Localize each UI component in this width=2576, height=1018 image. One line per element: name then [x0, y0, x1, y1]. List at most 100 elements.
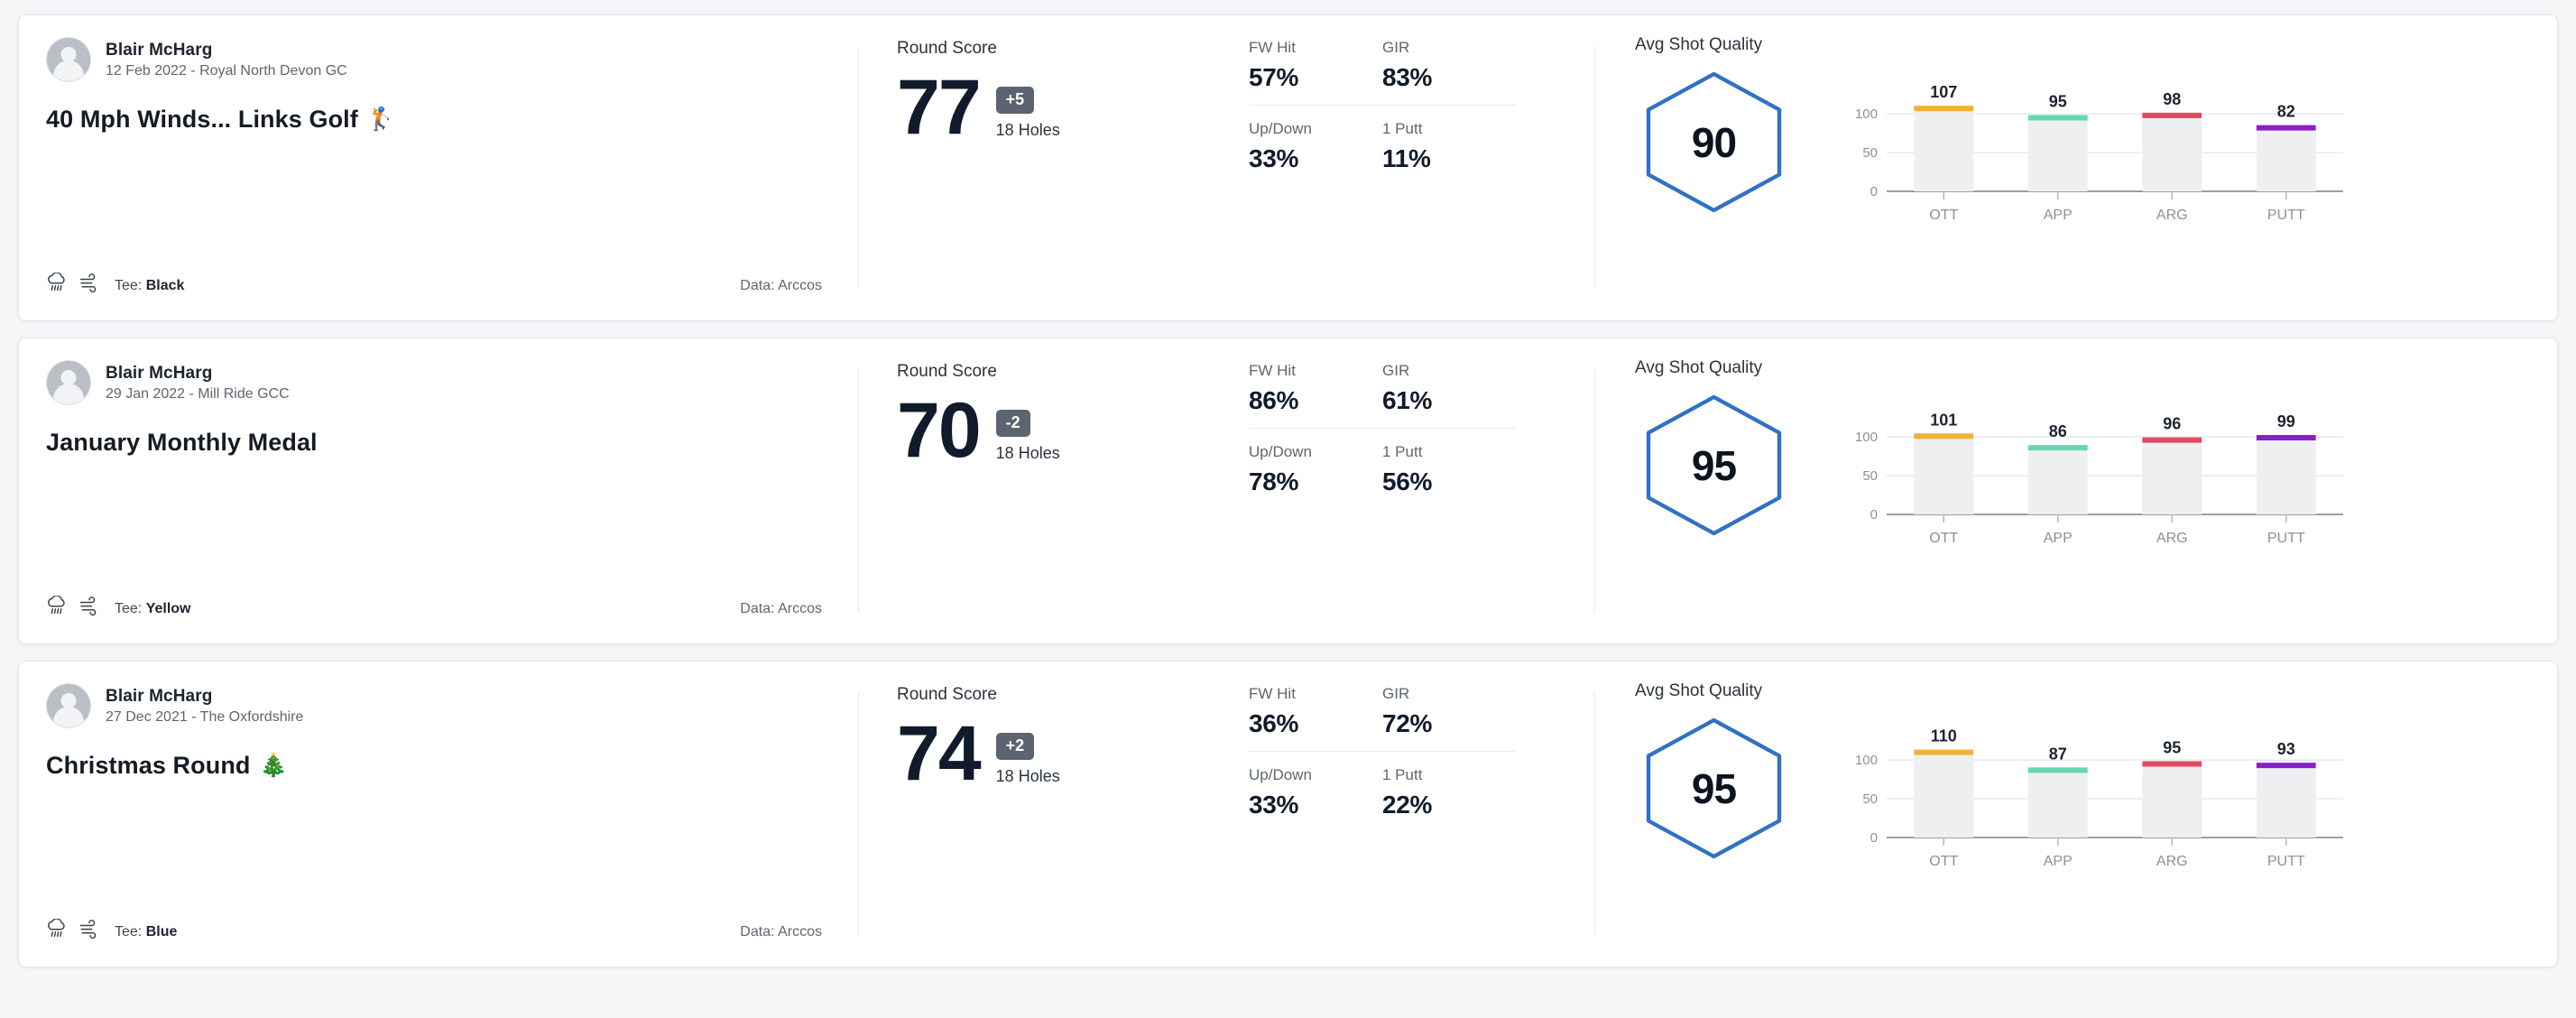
shot-quality-hexagon-badge: 95	[1635, 391, 1793, 540]
stat-gir: GIR 83%	[1382, 39, 1516, 92]
rain-cloud-icon	[46, 918, 69, 945]
svg-text:0: 0	[1870, 184, 1878, 199]
round-score-label: Round Score	[897, 39, 997, 58]
round-title-emoji-icon: 🏌️	[366, 106, 396, 132]
svg-text:100: 100	[1855, 106, 1878, 122]
avatar[interactable]	[46, 37, 91, 82]
svg-text:100: 100	[1855, 430, 1878, 445]
round-score-label: Round Score	[897, 362, 997, 381]
stats-grid: FW Hit 36% GIR 72% Up/Down 33% 1 Putt 22…	[1249, 681, 1516, 819]
stat-fw-hit: FW Hit 57%	[1249, 39, 1382, 92]
stat-one-putt: 1 Putt 56%	[1382, 428, 1516, 496]
rounds-feed: Blair McHarg 12 Feb 2022 - Royal North D…	[0, 0, 2576, 976]
round-card[interactable]: Blair McHarg 29 Jan 2022 - Mill Ride GCC…	[18, 338, 2558, 644]
svg-text:ARG: ARG	[2156, 854, 2188, 869]
stat-one-putt-label: 1 Putt	[1382, 766, 1423, 783]
tee-prefix-text: Tee:	[115, 923, 146, 939]
shot-quality-bar-chart: 0 50 100 107 OTT 95 APP 98 ARG 82 PUTT	[1845, 66, 2359, 233]
stat-gir: GIR 72%	[1382, 685, 1516, 738]
svg-text:50: 50	[1862, 145, 1878, 161]
data-source-label: Data: Arccos	[740, 600, 822, 616]
score-section: Round Score 77 +5 18 Holes FW Hit 57% GI…	[859, 15, 1594, 320]
round-score-label: Round Score	[897, 685, 997, 704]
stat-one-putt-label: 1 Putt	[1382, 443, 1423, 460]
round-title[interactable]: 40 Mph Winds... Links Golf 🏌️	[46, 106, 826, 134]
score-column: Round Score 77 +5 18 Holes	[897, 35, 1249, 151]
round-title-emoji-icon: 🎄	[259, 753, 288, 778]
round-title-text: 40 Mph Winds... Links Golf	[46, 106, 358, 133]
avatar[interactable]	[46, 683, 91, 728]
stat-fw-hit: FW Hit 36%	[1249, 685, 1382, 738]
stat-gir-label: GIR	[1382, 685, 1410, 702]
score-aux: +2 18 Holes	[995, 722, 1060, 786]
stat-one-putt-value: 11%	[1382, 144, 1431, 172]
avatar[interactable]	[46, 360, 91, 405]
avg-shot-quality-label: Avg Shot Quality	[1635, 358, 1763, 377]
conditions-group: Tee: Yellow	[46, 595, 190, 622]
svg-text:95: 95	[2049, 92, 2067, 110]
avatar-body-shape	[53, 384, 84, 404]
shot-quality-section: Avg Shot Quality 95 0 50 100 101 OTT 86 APP 96 A…	[1595, 338, 2557, 643]
stat-up-down: Up/Down 78%	[1249, 428, 1382, 496]
wind-icon	[78, 596, 102, 622]
tee-color-value: Blue	[145, 923, 178, 939]
stat-gir: GIR 61%	[1382, 362, 1516, 415]
rain-cloud-icon	[46, 272, 69, 299]
svg-text:107: 107	[1930, 83, 1957, 101]
stat-fw-hit-label: FW Hit	[1249, 362, 1296, 379]
stat-fw-hit-label: FW Hit	[1249, 685, 1296, 702]
round-date-course: 27 Dec 2021 - The Oxfordshire	[106, 708, 304, 725]
stat-up-down-value: 78%	[1249, 467, 1299, 495]
svg-text:ARG: ARG	[2156, 531, 2188, 546]
stat-fw-hit-label: FW Hit	[1249, 39, 1296, 56]
tee-label: Tee: Black	[115, 278, 184, 294]
round-title-text: January Monthly Medal	[46, 429, 318, 456]
round-info-section: Blair McHarg 27 Dec 2021 - The Oxfordshi…	[19, 662, 858, 967]
round-info-footer: Tee: Yellow Data: Arccos	[46, 595, 826, 622]
svg-text:93: 93	[2277, 740, 2295, 758]
svg-text:APP: APP	[2044, 854, 2073, 869]
stat-gir-value: 83%	[1382, 63, 1433, 91]
round-title[interactable]: January Monthly Medal	[46, 429, 826, 457]
round-title-text: Christmas Round	[46, 752, 251, 779]
stat-gir-label: GIR	[1382, 39, 1410, 56]
stat-up-down-label: Up/Down	[1249, 443, 1312, 460]
avg-shot-quality-label: Avg Shot Quality	[1635, 681, 1763, 700]
round-score-value: 77	[897, 64, 982, 151]
svg-text:110: 110	[1931, 727, 1957, 745]
round-info-section: Blair McHarg 29 Jan 2022 - Mill Ride GCC…	[19, 338, 858, 643]
score-aux: +5 18 Holes	[995, 76, 1060, 140]
score-column: Round Score 74 +2 18 Holes	[897, 681, 1249, 792]
shot-quality-hexagon-badge: 90	[1635, 68, 1793, 217]
shot-quality-body: 95 0 50 100 110 OTT 87 APP 95 ARG 93 PUTT	[1635, 707, 2521, 947]
stat-up-down-label: Up/Down	[1249, 766, 1312, 783]
svg-text:OTT: OTT	[1929, 854, 1958, 869]
shot-quality-body: 95 0 50 100 101 OTT 86 APP 96 ARG 99 PUTT	[1635, 384, 2521, 624]
round-info-footer: Tee: Black Data: Arccos	[46, 272, 826, 299]
to-par-badge: +5	[995, 87, 1035, 115]
score-aux: -2 18 Holes	[995, 399, 1060, 463]
avatar-body-shape	[53, 60, 84, 81]
round-date-course: 29 Jan 2022 - Mill Ride GCC	[106, 385, 290, 402]
svg-text:APP: APP	[2044, 531, 2073, 546]
stat-one-putt-value: 56%	[1382, 467, 1433, 495]
player-name: Blair McHarg	[106, 40, 213, 60]
stat-up-down-value: 33%	[1249, 791, 1299, 819]
score-line: 70 -2 18 Holes	[897, 392, 1249, 469]
round-title[interactable]: Christmas Round 🎄	[46, 752, 826, 780]
round-card[interactable]: Blair McHarg 27 Dec 2021 - The Oxfordshi…	[18, 661, 2558, 967]
round-info-footer: Tee: Blue Data: Arccos	[46, 918, 826, 945]
stat-one-putt: 1 Putt 11%	[1382, 105, 1516, 173]
holes-played-label: 18 Holes	[995, 121, 1060, 140]
stat-gir-value: 72%	[1382, 709, 1433, 737]
tee-prefix-text: Tee:	[115, 600, 146, 616]
score-section: Round Score 70 -2 18 Holes FW Hit 86% GI…	[859, 338, 1594, 643]
score-line: 77 +5 18 Holes	[897, 64, 1249, 151]
holes-played-label: 18 Holes	[995, 444, 1060, 463]
svg-text:100: 100	[1855, 753, 1878, 768]
svg-text:OTT: OTT	[1929, 531, 1958, 546]
player-row: Blair McHarg 12 Feb 2022 - Royal North D…	[46, 37, 826, 82]
svg-text:96: 96	[2163, 415, 2181, 433]
score-line: 74 +2 18 Holes	[897, 715, 1249, 792]
round-card[interactable]: Blair McHarg 12 Feb 2022 - Royal North D…	[18, 14, 2558, 321]
